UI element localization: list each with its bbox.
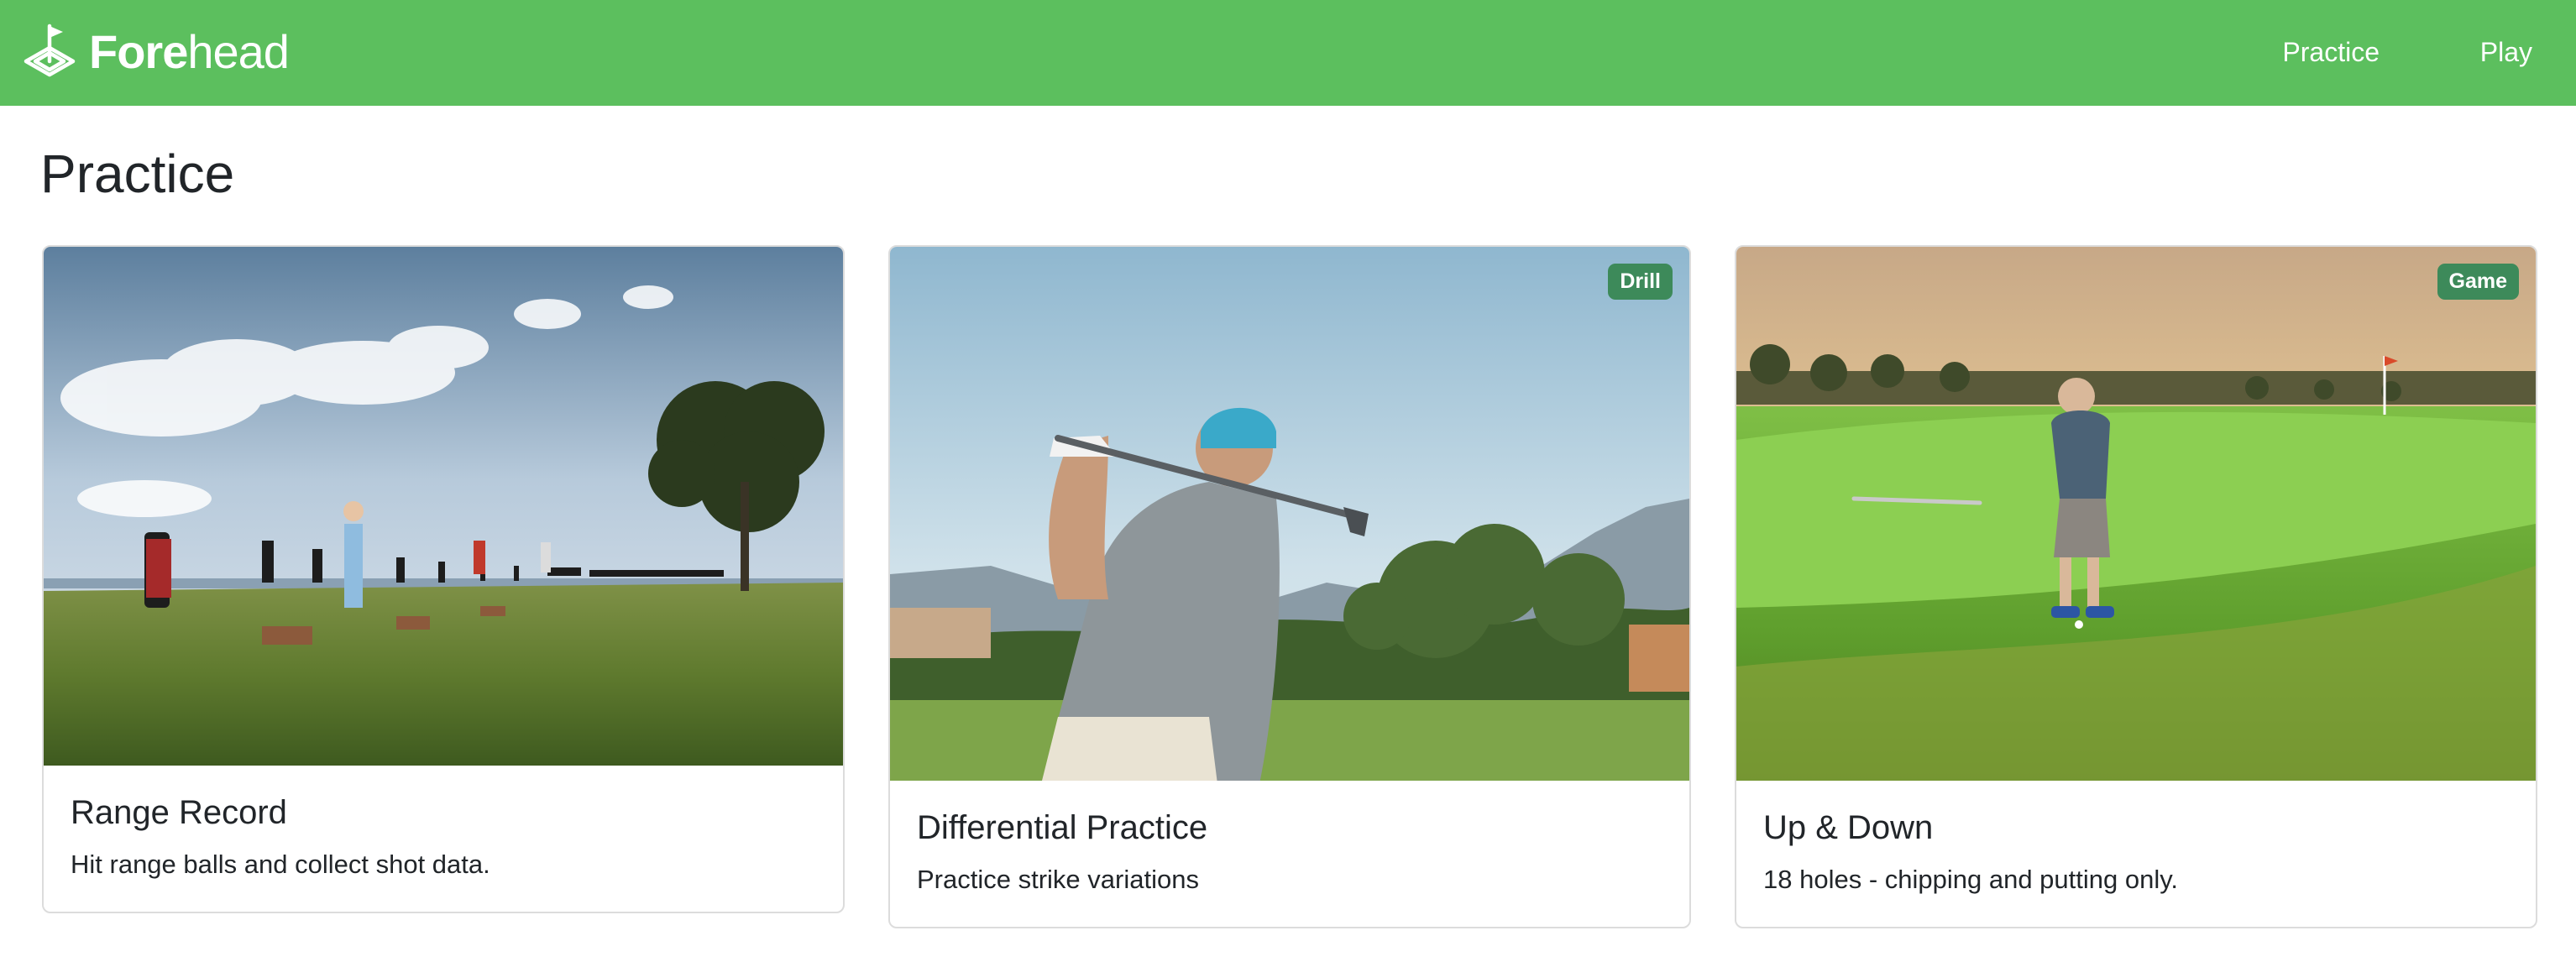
card-body: Range Record Hit range balls and collect…	[44, 766, 843, 882]
brand-name: Forehead	[89, 25, 290, 78]
golfer-chipping-photo	[1736, 247, 2536, 781]
badge-game: Game	[2437, 264, 2519, 300]
nav-link-play[interactable]: Play	[2480, 0, 2532, 106]
card-differential-practice[interactable]: Drill Differential Practice Practice str…	[888, 245, 1691, 928]
nav-link-practice[interactable]: Practice	[2282, 0, 2380, 106]
page-title: Practice	[40, 144, 235, 204]
card-text: Practice strike variations	[917, 865, 1199, 894]
card-body: Differential Practice Practice strike va…	[890, 781, 1689, 897]
card-range-record[interactable]: Range Record Hit range balls and collect…	[42, 245, 845, 913]
card-up-and-down[interactable]: Game Up & Down 18 holes - chipping and p…	[1735, 245, 2537, 928]
brand-link[interactable]: Forehead	[20, 20, 290, 84]
golf-flag-logo-icon	[24, 24, 76, 77]
card-title: Range Record	[71, 794, 287, 831]
driving-range-photo	[44, 247, 843, 766]
card-text: Hit range balls and collect shot data.	[71, 850, 490, 879]
navbar: Forehead Practice Play	[0, 0, 2576, 106]
card-title: Differential Practice	[917, 809, 1208, 846]
card-body: Up & Down 18 holes - chipping and puttin…	[1736, 781, 2536, 897]
golfer-swing-photo	[890, 247, 1689, 781]
card-title: Up & Down	[1763, 809, 1934, 846]
card-text: 18 holes - chipping and putting only.	[1763, 865, 2179, 894]
badge-drill: Drill	[1608, 264, 1673, 300]
